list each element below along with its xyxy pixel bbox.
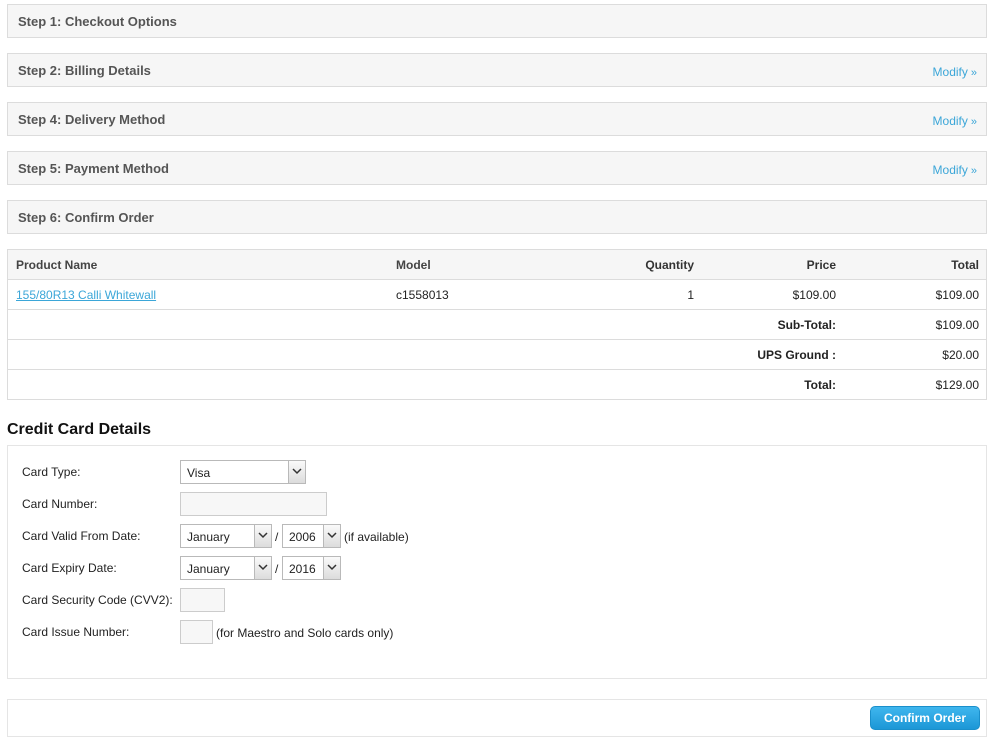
column-header-quantity: Quantity <box>645 258 694 272</box>
step-title: Step 2: Billing Details <box>18 63 151 78</box>
step-confirm-order: Step 6: Confirm Order <box>7 200 987 234</box>
confirm-bar: Confirm Order <box>7 699 987 737</box>
table-row: 155/80R13 Calli Whitewall c1558013 1 $10… <box>8 280 986 310</box>
card-number-label: Card Number: <box>22 497 98 511</box>
raquo-icon: » <box>970 165 977 177</box>
step-delivery-method: Step 4: Delivery Method Modify» <box>7 102 987 136</box>
column-header-product-name: Product Name <box>16 258 98 272</box>
expiry-year-select[interactable]: 2016 <box>282 556 341 580</box>
subtotal-value: $109.00 <box>935 318 979 332</box>
expiry-month-value: January <box>187 562 230 576</box>
step-title: Step 1: Checkout Options <box>18 14 177 29</box>
modify-label: Modify <box>932 65 968 79</box>
chevron-down-icon <box>323 525 340 547</box>
date-separator: / <box>275 530 279 544</box>
product-model: c1558013 <box>396 288 449 302</box>
modify-delivery-link[interactable]: Modify» <box>933 114 977 128</box>
expiry-date-label: Card Expiry Date: <box>22 561 117 575</box>
product-name-link[interactable]: 155/80R13 Calli Whitewall <box>16 288 156 302</box>
cvv-input[interactable] <box>180 588 225 612</box>
issue-number-label: Card Issue Number: <box>22 625 130 639</box>
card-type-value: Visa <box>187 466 211 480</box>
valid-from-year-select[interactable]: 2006 <box>282 524 341 548</box>
product-quantity: 1 <box>687 288 694 302</box>
cvv-label: Card Security Code (CVV2): <box>22 593 173 607</box>
column-header-model: Model <box>396 258 431 272</box>
raquo-icon: » <box>970 116 977 128</box>
shipping-value: $20.00 <box>942 348 979 362</box>
subtotal-label: Sub-Total: <box>777 318 836 332</box>
valid-from-note: (if available) <box>344 530 409 544</box>
step-checkout-options[interactable]: Step 1: Checkout Options <box>7 4 987 38</box>
chevron-down-icon <box>288 461 305 483</box>
valid-from-month-select[interactable]: January <box>180 524 272 548</box>
valid-from-year-value: 2006 <box>289 530 316 544</box>
product-price: $109.00 <box>792 288 836 302</box>
card-type-select[interactable]: Visa <box>180 460 306 484</box>
modify-label: Modify <box>932 114 968 128</box>
order-summary-table: Product Name Model Quantity Price Total … <box>7 249 987 400</box>
checkout-page: Step 1: Checkout Options Step 2: Billing… <box>0 0 1006 752</box>
valid-from-month-value: January <box>187 530 230 544</box>
raquo-icon: » <box>970 67 977 79</box>
step-billing-details: Step 2: Billing Details Modify» <box>7 53 987 87</box>
chevron-down-icon <box>254 557 271 579</box>
card-type-label: Card Type: <box>22 465 81 479</box>
total-label: Total: <box>804 378 836 392</box>
modify-payment-link[interactable]: Modify» <box>933 163 977 177</box>
valid-from-label: Card Valid From Date: <box>22 529 141 543</box>
expiry-month-select[interactable]: January <box>180 556 272 580</box>
issue-number-input[interactable] <box>180 620 213 644</box>
modify-label: Modify <box>932 163 968 177</box>
card-number-input[interactable] <box>180 492 327 516</box>
shipping-row: UPS Ground : $20.00 <box>8 340 986 370</box>
step-payment-method: Step 5: Payment Method Modify» <box>7 151 987 185</box>
confirm-order-button[interactable]: Confirm Order <box>870 706 980 730</box>
total-value: $129.00 <box>935 378 979 392</box>
table-header-row: Product Name Model Quantity Price Total <box>8 250 986 280</box>
step-title: Step 6: Confirm Order <box>18 210 154 225</box>
chevron-down-icon <box>254 525 271 547</box>
column-header-price: Price <box>806 258 836 272</box>
total-row: Total: $129.00 <box>8 370 986 400</box>
date-separator: / <box>275 562 279 576</box>
step-title: Step 5: Payment Method <box>18 161 169 176</box>
subtotal-row: Sub-Total: $109.00 <box>8 310 986 340</box>
product-total: $109.00 <box>935 288 979 302</box>
issue-number-note: (for Maestro and Solo cards only) <box>216 626 394 640</box>
step-title: Step 4: Delivery Method <box>18 112 166 127</box>
shipping-label: UPS Ground : <box>757 348 836 362</box>
column-header-total: Total <box>951 258 979 272</box>
credit-card-heading: Credit Card Details <box>7 421 152 438</box>
chevron-down-icon <box>323 557 340 579</box>
modify-billing-link[interactable]: Modify» <box>933 65 977 79</box>
expiry-year-value: 2016 <box>289 562 316 576</box>
credit-card-form: Card Type: Visa Card Number: Card Valid … <box>7 445 987 679</box>
